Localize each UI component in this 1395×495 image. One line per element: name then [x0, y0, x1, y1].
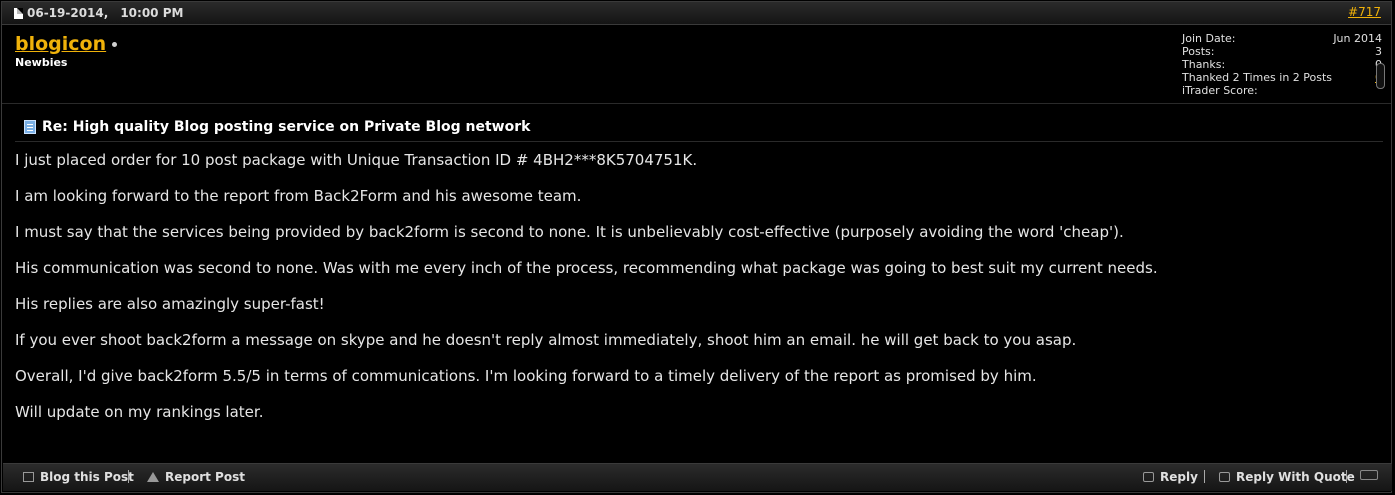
post-message: I just placed order for 10 post package … [15, 150, 1375, 438]
stat-label: Thanks: [1182, 58, 1226, 71]
stat-label: Posts: [1182, 45, 1215, 58]
message-paragraph: I must say that the services being provi… [15, 223, 1124, 241]
stats-scrollbar[interactable] [1376, 63, 1385, 89]
stat-row-itrader: iTrader Score: [1182, 84, 1382, 97]
report-post-button[interactable]: Report Post [147, 470, 245, 484]
post-footer: Blog this Post Report Post Reply Reply W… [3, 463, 1392, 491]
reply-button[interactable]: Reply [1143, 470, 1198, 484]
message-paragraph: Will update on my rankings later. [15, 403, 264, 421]
online-status-icon [112, 42, 117, 47]
post-number-link[interactable]: #717 [1348, 5, 1381, 19]
blog-this-post-button[interactable]: Blog this Post [23, 470, 134, 484]
message-paragraph: His communication was second to none. Wa… [15, 259, 1158, 277]
title-divider [15, 141, 1383, 142]
blog-icon [23, 472, 34, 482]
post-date-text: 06-19-2014, [27, 6, 109, 20]
document-icon [14, 7, 23, 19]
stat-row-posts: Posts: 3 [1182, 45, 1382, 58]
multi-quote-icon [1360, 470, 1378, 480]
user-stats: Join Date: Jun 2014 Posts: 3 Thanks: 0 T… [1182, 32, 1382, 97]
user-title: Newbies [15, 56, 68, 69]
message-paragraph: Overall, I'd give back2form 5.5/5 in ter… [15, 367, 1037, 385]
stat-label: iTrader Score: [1182, 84, 1258, 97]
stat-row-thanks: Thanks: 0 [1182, 58, 1382, 71]
username-link[interactable]: blogicon [15, 33, 106, 55]
blog-this-post-label: Blog this Post [40, 470, 134, 484]
message-paragraph: I just placed order for 10 post package … [15, 151, 698, 169]
stat-label: Join Date: [1182, 32, 1236, 45]
post-date: 06-19-2014, 10:00 PM [14, 6, 183, 20]
post-icon [24, 120, 36, 134]
post-title: Re: High quality Blog posting service on… [24, 119, 530, 135]
post-header: 06-19-2014, 10:00 PM #717 [2, 2, 1391, 25]
user-info: blogicon Newbies Join Date: Jun 2014 Pos… [2, 25, 1391, 104]
post-title-text: Re: High quality Blog posting service on… [42, 119, 531, 135]
report-post-label: Report Post [165, 470, 245, 484]
stat-row-join-date: Join Date: Jun 2014 [1182, 32, 1382, 45]
stat-value: Jun 2014 [1333, 32, 1382, 45]
stat-row-thanked: Thanked 2 Times in 2 Posts 0 [1182, 71, 1382, 84]
multi-quote-button[interactable] [1360, 470, 1378, 480]
footer-separator [1204, 470, 1205, 483]
quote-icon [1219, 472, 1230, 482]
reply-with-quote-button[interactable]: Reply With Quote [1219, 470, 1355, 484]
message-paragraph: I am looking forward to the report from … [15, 187, 582, 205]
message-paragraph: If you ever shoot back2form a message on… [15, 331, 1077, 349]
message-paragraph: His replies are also amazingly super-fas… [15, 295, 325, 313]
post-time-text: 10:00 PM [120, 6, 184, 20]
footer-separator [1346, 470, 1347, 483]
reply-icon [1143, 472, 1154, 482]
reply-with-quote-label: Reply With Quote [1236, 470, 1355, 484]
post-container: 06-19-2014, 10:00 PM #717 blogicon Newbi… [1, 1, 1392, 493]
warning-icon [147, 472, 159, 482]
stat-label: Thanked 2 Times in 2 Posts [1182, 71, 1333, 84]
reply-label: Reply [1160, 470, 1198, 484]
stat-value: 3 [1375, 45, 1382, 58]
footer-separator [128, 470, 129, 483]
